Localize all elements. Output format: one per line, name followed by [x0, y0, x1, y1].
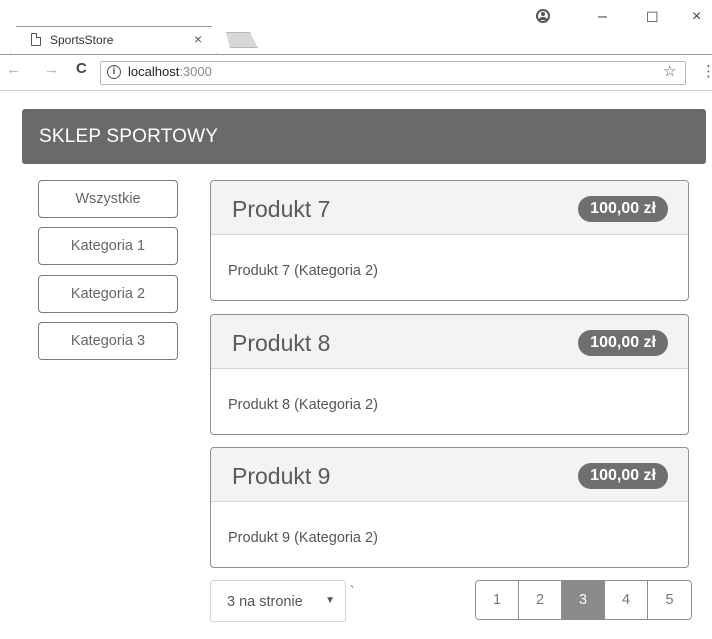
product-description: Produkt 7 (Kategoria 2): [228, 263, 378, 279]
info-icon[interactable]: i: [107, 65, 121, 79]
tab-title: SportsStore: [50, 33, 114, 47]
tab-close-icon[interactable]: ×: [194, 31, 202, 47]
per-page-select[interactable]: 3 na stronie ▼: [210, 580, 346, 622]
product-card: Produkt 9 100,00 zł Produkt 9 (Kategoria…: [210, 447, 689, 568]
window-close-icon[interactable]: ×: [692, 8, 701, 26]
url-port: :3000: [179, 64, 212, 79]
product-card-header: Produkt 8 100,00 zł: [211, 315, 688, 369]
category-button-1[interactable]: Kategoria 1: [38, 227, 178, 265]
forward-icon[interactable]: →: [44, 61, 59, 78]
page-icon: [31, 33, 41, 46]
product-name: Produkt 9: [232, 463, 331, 489]
page-button-1[interactable]: 1: [476, 581, 519, 619]
category-button-2[interactable]: Kategoria 2: [38, 275, 178, 313]
page-button-2[interactable]: 2: [519, 581, 562, 619]
product-description: Produkt 8 (Kategoria 2): [228, 397, 378, 413]
product-description: Produkt 9 (Kategoria 2): [228, 530, 378, 546]
chevron-down-icon: ▼: [325, 595, 335, 606]
product-card-header: Produkt 7 100,00 zł: [211, 181, 688, 235]
bookmark-star-icon[interactable]: ☆: [663, 62, 676, 80]
per-page-value: 3 na stronie: [227, 594, 303, 610]
price-badge: 100,00 zł: [578, 330, 668, 356]
url-host: localhost: [128, 64, 180, 79]
product-name: Produkt 7: [232, 196, 331, 222]
maximize-icon[interactable]: ☐: [646, 9, 659, 26]
product-card-header: Produkt 9 100,00 zł: [211, 448, 688, 502]
back-icon[interactable]: ←: [6, 61, 21, 78]
browser-menu-icon[interactable]: ⋮: [701, 62, 712, 80]
url-text[interactable]: localhost:3000: [128, 64, 212, 79]
price-badge: 100,00 zł: [578, 196, 668, 222]
page-button-3-active[interactable]: 3: [562, 581, 605, 619]
reload-icon[interactable]: C: [76, 60, 87, 77]
page-button-4[interactable]: 4: [605, 581, 648, 619]
category-button-all[interactable]: Wszystkie: [38, 180, 178, 218]
product-name: Produkt 8: [232, 330, 331, 356]
browser-tab-body[interactable]: [16, 27, 212, 55]
category-button-3[interactable]: Kategoria 3: [38, 322, 178, 360]
page-button-5[interactable]: 5: [648, 581, 691, 619]
product-card: Produkt 7 100,00 zł Produkt 7 (Kategoria…: [210, 180, 689, 301]
minimize-icon[interactable]: –: [598, 8, 607, 26]
pagination: 1 2 3 4 5: [475, 580, 692, 620]
product-card: Produkt 8 100,00 zł Produkt 8 (Kategoria…: [210, 314, 689, 435]
account-icon[interactable]: [536, 9, 550, 23]
price-badge: 100,00 zł: [578, 463, 668, 489]
brand-title: SKLEP SPORTOWY: [39, 126, 219, 147]
stray-backtick: `: [350, 583, 355, 598]
navbar: SKLEP SPORTOWY: [22, 109, 706, 164]
